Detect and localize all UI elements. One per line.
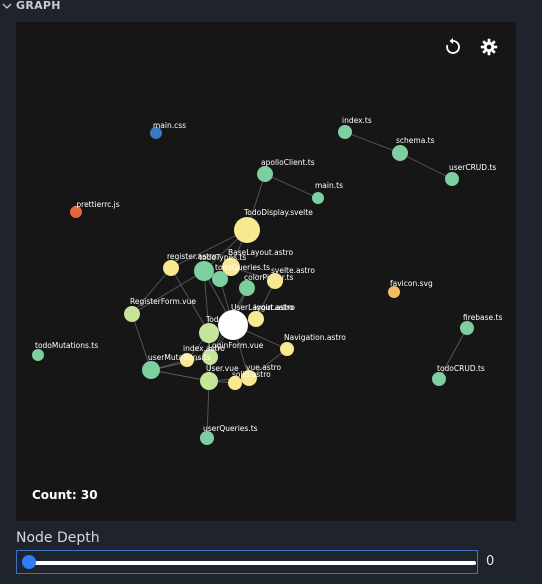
graph-node[interactable]: userCRUD.ts	[445, 163, 496, 186]
graph-edge	[131, 270, 205, 315]
graph-node-circle[interactable]	[445, 172, 459, 186]
graph-node-label: todoQueries.ts	[215, 263, 270, 272]
graph-node-label: Todo	[205, 315, 224, 324]
graph-node[interactable]: TodoDisplay.svelte	[234, 208, 313, 243]
graph-node-circle[interactable]	[392, 145, 408, 161]
chevron-down-icon[interactable]	[2, 1, 12, 11]
graph-node-label: RegisterForm.vue	[130, 297, 196, 306]
graph-node-label: schema.ts	[396, 136, 435, 145]
graph-edge	[344, 131, 401, 154]
node-depth-slider[interactable]	[16, 550, 478, 574]
graph-node-circle[interactable]	[212, 271, 228, 287]
graph-node-label: userMutations.ts	[148, 353, 211, 362]
graph-node-circle[interactable]	[194, 261, 214, 281]
graph-node[interactable]: main.ts	[312, 181, 343, 204]
graph-node-circle[interactable]	[163, 260, 179, 276]
graph-edge	[131, 267, 172, 315]
graph-node-circle[interactable]	[312, 192, 324, 204]
graph-node[interactable]: main.css	[150, 121, 186, 139]
graph-node-circle[interactable]	[142, 361, 160, 379]
node-depth-value: 0	[486, 554, 495, 569]
graph-node[interactable]: Navigation.astro	[280, 333, 346, 356]
graph-node-circle[interactable]	[124, 306, 140, 322]
graph-nodes: main.css index.ts schema.ts userCRUD.ts apol…	[32, 116, 502, 445]
graph-node-label: favicon.svg	[390, 279, 433, 288]
graph-node[interactable]: todoCRUD.ts	[432, 364, 485, 386]
graph-node-label: todoMutations.ts	[35, 341, 98, 350]
graph-node-label: todoTypes.ts	[199, 253, 246, 262]
slider-thumb[interactable]	[22, 555, 36, 569]
graph-node-circle[interactable]	[280, 342, 294, 356]
graph-canvas[interactable]: main.css index.ts schema.ts userCRUD.ts apol…	[16, 22, 516, 521]
graph-node-label: login.astro	[254, 303, 294, 312]
section-title: GRAPH	[16, 0, 61, 12]
graph-node-circle[interactable]	[32, 349, 44, 361]
graph-node-circle[interactable]	[199, 323, 219, 343]
gear-icon[interactable]	[480, 38, 498, 56]
node-depth-label: Node Depth	[16, 530, 100, 546]
slider-track[interactable]	[25, 561, 476, 565]
graph-edge	[264, 173, 319, 199]
graph-node[interactable]: RegisterForm.vue	[124, 297, 196, 322]
graph-node[interactable]: apolloClient.ts	[257, 158, 315, 182]
graph-node-label: TodoDisplay.svelte	[243, 208, 313, 217]
graph-node[interactable]: todoMutations.ts	[32, 341, 98, 361]
graph-node-label: main.ts	[315, 181, 343, 190]
graph-node[interactable]: .prettierrc.js	[70, 200, 120, 218]
graph-node-label: firebase.ts	[463, 313, 502, 322]
graph-node-circle[interactable]	[239, 280, 255, 296]
graph-node-label: userQueries.ts	[203, 424, 258, 433]
refresh-icon[interactable]	[444, 38, 462, 56]
graph-node-circle[interactable]	[200, 431, 214, 445]
graph-node-label: solid.astro	[232, 370, 271, 379]
graph-node[interactable]: firebase.ts	[460, 313, 502, 335]
graph-node-circle[interactable]	[234, 217, 260, 243]
graph-node-circle[interactable]	[460, 321, 474, 335]
node-count: Count: 30	[32, 488, 98, 502]
graph-node-label: todoCRUD.ts	[437, 364, 485, 373]
graph-node[interactable]: userQueries.ts	[200, 424, 258, 445]
graph-node-label: userCRUD.ts	[449, 163, 496, 172]
graph-node-label: index.astro	[183, 344, 225, 353]
graph-node[interactable]: login.astro	[248, 303, 294, 327]
graph-section-header[interactable]: GRAPH	[0, 0, 542, 14]
graph-node-circle[interactable]	[338, 125, 352, 139]
graph-node[interactable]: schema.ts	[392, 136, 435, 161]
graph-node-label: svelte.astro	[271, 266, 315, 275]
graph-node-circle[interactable]	[257, 166, 273, 182]
graph-node-label: index.ts	[342, 116, 372, 125]
graph-node-label: .prettierrc.js	[74, 200, 120, 209]
graph-node[interactable]: colorPicker.ts	[239, 273, 293, 296]
graph-panel[interactable]: main.css index.ts schema.ts userCRUD.ts apol…	[16, 22, 516, 521]
graph-node-circle[interactable]	[432, 372, 446, 386]
graph-node-label: main.css	[153, 121, 186, 130]
graph-node[interactable]: favicon.svg	[388, 279, 433, 298]
graph-node-circle[interactable]	[248, 311, 264, 327]
graph-node-circle[interactable]	[267, 273, 283, 289]
graph-node-label: apolloClient.ts	[261, 158, 315, 167]
graph-node-circle[interactable]	[200, 372, 218, 390]
graph-edge	[399, 152, 453, 180]
graph-node-label: Navigation.astro	[284, 333, 346, 342]
